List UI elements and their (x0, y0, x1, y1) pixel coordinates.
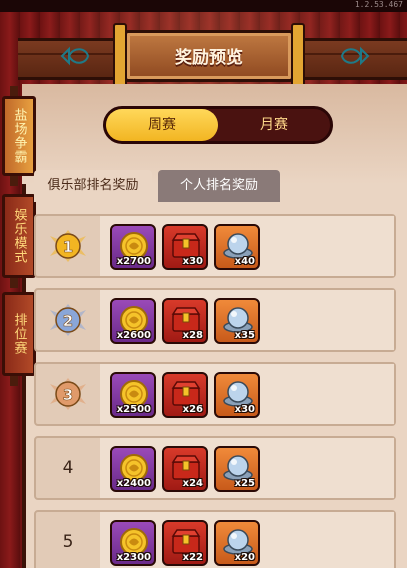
orb-reward-item[interactable]: x20 (214, 520, 260, 566)
reward-items: x2700 x30 x40 (100, 216, 394, 276)
reward-quantity: x20 (234, 552, 255, 563)
chest-reward-item[interactable]: x26 (162, 372, 208, 418)
rank-cell: 4 (36, 438, 100, 498)
reward-items: x2400 x24 x25 (100, 438, 394, 498)
rank-number: 1 (63, 238, 73, 256)
orb-reward-item[interactable]: x25 (214, 446, 260, 492)
side-tab-label: 排位赛 (11, 313, 27, 355)
reward-quantity: x22 (182, 552, 203, 563)
reward-quantity: x40 (234, 256, 255, 267)
reward-quantity: x26 (182, 404, 203, 415)
rank-cell: 3 (36, 364, 100, 424)
side-tab-label: 娱乐模式 (11, 208, 27, 264)
reward-quantity: x2700 (116, 256, 151, 267)
rank-number: 2 (63, 312, 73, 330)
tab-personal-ranking[interactable]: 个人排名奖励 (158, 170, 280, 202)
reward-items: x2500 x26 x30 (100, 364, 394, 424)
reward-quantity: x2600 (116, 330, 151, 341)
chest-reward-item[interactable]: x24 (162, 446, 208, 492)
coin-reward-item[interactable]: x2500 (110, 372, 156, 418)
side-tab-label: 盐场争霸 (11, 108, 27, 164)
week-month-toggle: 周赛 月赛 (103, 106, 333, 144)
reward-row: 1 x2700 x30 x40 (34, 214, 396, 278)
chest-reward-item[interactable]: x30 (162, 224, 208, 270)
rank-medal-icon: 2 (50, 304, 86, 336)
orb-reward-item[interactable]: x35 (214, 298, 260, 344)
coin-reward-item[interactable]: x2700 (110, 224, 156, 270)
reward-quantity: x25 (234, 478, 255, 489)
reward-row: 4 x2400 x24 x25 (34, 436, 396, 500)
orb-reward-item[interactable]: x30 (214, 372, 260, 418)
side-tab-pin (10, 86, 18, 96)
reward-quantity: x28 (182, 330, 203, 341)
fish-emblem-icon (60, 46, 90, 66)
title-plate: 奖励预览 (113, 23, 305, 97)
reward-quantity: x2500 (116, 404, 151, 415)
rank-cell: 5 (36, 512, 100, 568)
reward-items: x2300 x22 x20 (100, 512, 394, 568)
coin-reward-item[interactable]: x2600 (110, 298, 156, 344)
page-title: 奖励预览 (175, 48, 243, 68)
reward-items: x2600 x28 x35 (100, 290, 394, 350)
reward-row: 5 x2300 x22 x20 (34, 510, 396, 568)
rank-medal-icon: 3 (50, 378, 86, 410)
top-strip (0, 0, 407, 12)
coin-reward-item[interactable]: x2300 (110, 520, 156, 566)
chest-reward-item[interactable]: x22 (162, 520, 208, 566)
rank-number: 5 (62, 532, 74, 552)
rank-cell: 1 (36, 216, 100, 276)
rank-cell: 2 (36, 290, 100, 350)
tab-monthly[interactable]: 月赛 (218, 109, 330, 141)
rank-number: 4 (62, 458, 74, 478)
side-tab-entertainment[interactable]: 娱乐模式 (2, 194, 36, 278)
side-tab-pin (10, 278, 18, 288)
tab-weekly[interactable]: 周赛 (106, 109, 218, 141)
version-text: 1.2.53.467 (354, 0, 403, 9)
side-tab-pin (10, 176, 18, 186)
reward-quantity: x35 (234, 330, 255, 341)
rank-number: 3 (63, 386, 73, 404)
reward-quantity: x30 (234, 404, 255, 415)
reward-quantity: x24 (182, 478, 203, 489)
side-tab-ranked[interactable]: 排位赛 (2, 292, 36, 376)
reward-row: 3 x2500 x26 x30 (34, 362, 396, 426)
side-tab-saltfield[interactable]: 盐场争霸 (2, 96, 36, 176)
chest-reward-item[interactable]: x28 (162, 298, 208, 344)
reward-quantity: x30 (182, 256, 203, 267)
coin-reward-item[interactable]: x2400 (110, 446, 156, 492)
rank-medal-icon: 1 (50, 230, 86, 262)
side-tab-pin (10, 376, 18, 386)
reward-row: 2 x2600 x28 x35 (34, 288, 396, 352)
reward-quantity: x2400 (116, 478, 151, 489)
reward-quantity: x2300 (116, 552, 151, 563)
tab-club-ranking[interactable]: 俱乐部排名奖励 (34, 170, 152, 202)
orb-reward-item[interactable]: x40 (214, 224, 260, 270)
fish-emblem-icon (340, 46, 370, 66)
